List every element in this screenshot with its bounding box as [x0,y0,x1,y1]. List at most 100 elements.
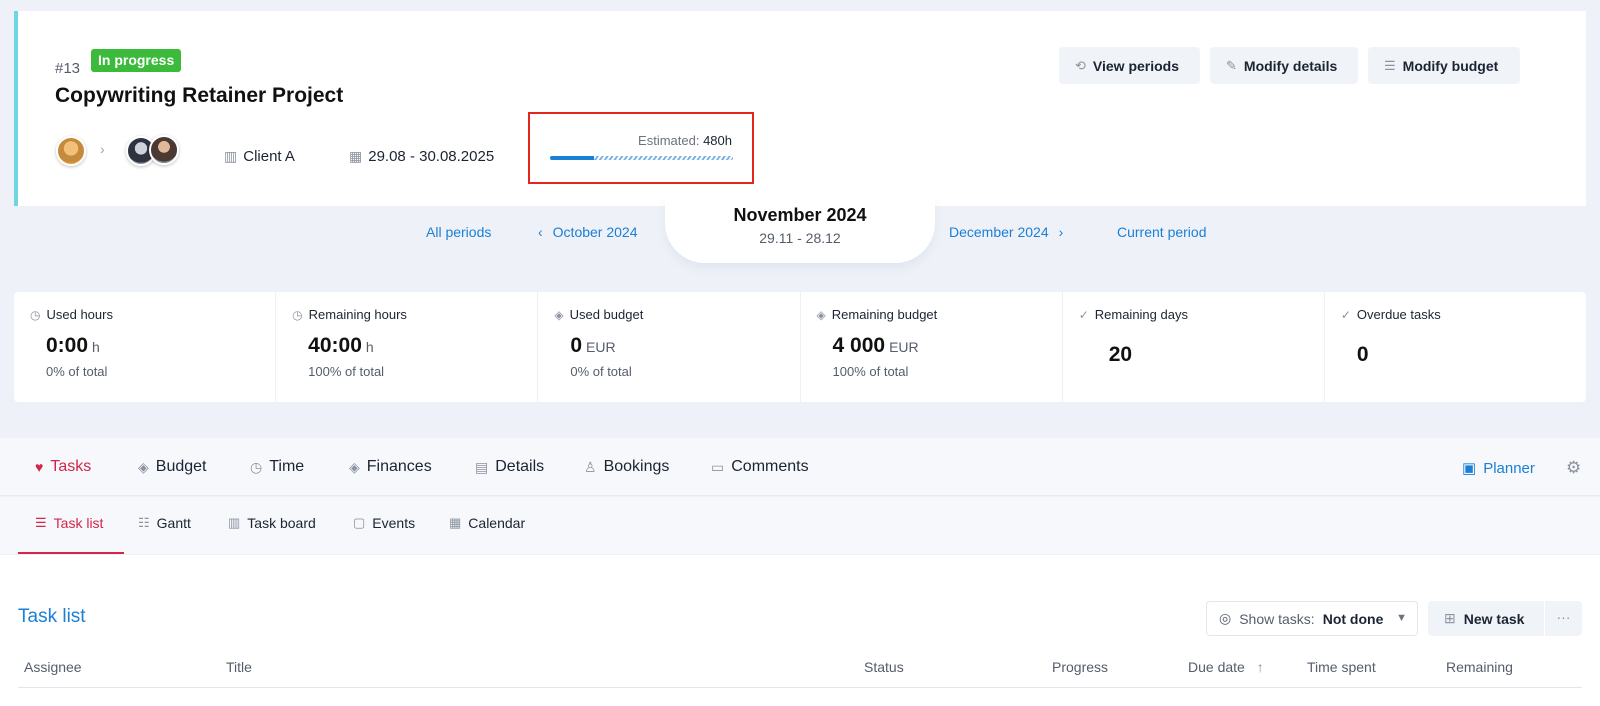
subtab-task-board[interactable]: ▥ Task board [228,515,316,531]
chevron-left-icon: ‹ [538,224,543,240]
current-period-tab: November 2024 29.11 - 28.12 [665,195,935,263]
status-badge[interactable]: In progress [91,49,182,72]
column-header-time-spent[interactable]: Time spent [1307,659,1376,675]
tab-label: Bookings [603,458,670,475]
tab-label: Finances [366,458,432,475]
task-list-title: Task list [18,606,86,627]
stat-label-text: Remaining hours [308,307,407,322]
show-tasks-filter[interactable]: ◎ Show tasks: Not done ▼ [1206,601,1418,636]
tab-label: Budget [155,458,207,475]
all-periods-link[interactable]: All periods [426,224,491,240]
check-circle-icon: ◎ [1219,610,1232,626]
check-heart-icon: ✓ [1340,307,1351,322]
stat-subtext: 100% of total [308,364,385,379]
client-name: Client A [243,148,295,165]
modify-budget-button[interactable]: ☰ Modify budget [1368,47,1520,84]
stat-number: 0 [570,334,583,357]
stat-used-hours: ◷ Used hours 0:00 h 0% of total [14,292,277,402]
subtab-label: Task list [53,515,104,531]
stat-value: 40:00 h [308,334,374,358]
estimate-progress-fill [550,156,594,160]
new-task-label: New task [1463,610,1525,627]
project-title: Copywriting Retainer Project [55,84,344,107]
gear-icon[interactable]: ⚙ [1566,458,1581,478]
money-bag-icon: ◈ [349,458,360,475]
person-icon: ♙ [584,458,597,475]
planner-link[interactable]: ▣ Planner [1462,459,1535,478]
stat-value: 20 [1108,343,1133,366]
calendar-icon: ▦ [349,148,363,164]
tab-comments[interactable]: ▭ Comments [711,458,809,476]
column-header-assignee[interactable]: Assignee [24,659,82,675]
estimate-label: Estimated: 480h [638,133,732,148]
clock-icon: ◷ [250,458,263,475]
stat-label: ◷ Remaining hours [292,307,407,322]
next-period-link[interactable]: December 2024 › [949,224,1063,240]
stat-label: ✓ Remaining days [1079,307,1188,322]
column-header-progress[interactable]: Progress [1052,659,1108,675]
subtab-label: Task board [247,515,316,531]
periods-icon: ⟲ [1075,57,1086,73]
header-divider [18,687,1582,688]
stat-subtext: 0% of total [46,364,108,379]
more-options-button[interactable]: ··· [1545,601,1582,636]
stat-unit: h [92,339,100,355]
new-task-button[interactable]: ⊞ New task [1428,601,1544,636]
stat-label-text: Remaining days [1094,307,1188,322]
subtab-events[interactable]: ▢ Events [353,515,415,531]
stat-label: ✓ Overdue tasks [1341,307,1441,322]
tab-finances[interactable]: ◈ Finances [349,458,432,476]
modify-details-label: Modify details [1243,57,1338,74]
estimate-highlight: Estimated: 480h [528,112,754,184]
column-header-remaining[interactable]: Remaining [1446,659,1513,675]
chevron-right-icon: › [1058,224,1064,240]
view-periods-button[interactable]: ⟲ View periods [1059,47,1200,84]
modify-details-button[interactable]: ✎ Modify details [1210,47,1358,84]
tab-tasks[interactable]: ♥ Tasks [35,458,91,476]
due-date-label: Due date [1188,659,1245,675]
subtab-label: Gantt [156,515,191,531]
project-header-card: #13 In progress Copywriting Retainer Pro… [14,11,1586,206]
tab-time[interactable]: ◷ Time [250,458,304,476]
subtab-gantt[interactable]: ☷ Gantt [138,515,191,531]
previous-period-link[interactable]: ‹ October 2024 [538,224,638,240]
building-icon: ▥ [224,148,238,164]
column-header-status[interactable]: Status [864,659,904,675]
manager-avatar[interactable] [56,136,86,166]
project-dates: ▦ 29.08 - 30.08.2025 [349,148,494,165]
client-info[interactable]: ▥ Client A [224,148,295,165]
stat-used-budget: ◈ Used budget 0 EUR 0% of total [538,292,801,402]
stat-label-text: Overdue tasks [1356,307,1441,322]
stopwatch-icon: ◷ [292,307,303,322]
list-icon: ☰ [1384,57,1396,73]
subtab-task-list[interactable]: ☰ Task list [35,515,103,531]
column-header-title[interactable]: Title [226,659,252,675]
tab-details[interactable]: ▤ Details [475,458,544,476]
stat-label-text: Used hours [46,307,113,322]
tab-label: Tasks [50,458,92,475]
columns-icon: ▥ [228,515,241,530]
check-heart-icon: ♥ [35,459,44,475]
tab-budget[interactable]: ◈ Budget [138,458,207,476]
check-heart-icon: ✓ [1078,307,1089,322]
dates-text: 29.08 - 30.08.2025 [368,148,495,165]
pencil-icon: ✎ [1226,57,1237,73]
current-period-label: Current period [1117,224,1207,240]
estimate-progress-bar [550,156,733,160]
tab-bookings[interactable]: ♙ Bookings [584,458,669,476]
chevron-right-icon: › [100,141,105,157]
show-tasks-label: Show tasks: [1239,610,1315,627]
member-avatar[interactable] [149,135,179,165]
column-header-due-date[interactable]: Due date ↑ [1188,659,1264,675]
stat-remaining-hours: ◷ Remaining hours 40:00 h 100% of total [276,292,539,402]
stat-remaining-days: ✓ Remaining days 20 [1063,292,1325,402]
stat-unit: EUR [586,339,616,355]
stat-subtext: 100% of total [832,364,909,379]
stat-unit: h [365,339,374,355]
comment-icon: ▭ [711,458,725,475]
stopwatch-icon: ◷ [30,307,41,322]
stat-number: 0:00 [46,334,89,357]
subtab-calendar[interactable]: ▦ Calendar [449,515,525,531]
current-period-link[interactable]: Current period [1117,224,1207,240]
period-title: November 2024 [733,205,867,225]
